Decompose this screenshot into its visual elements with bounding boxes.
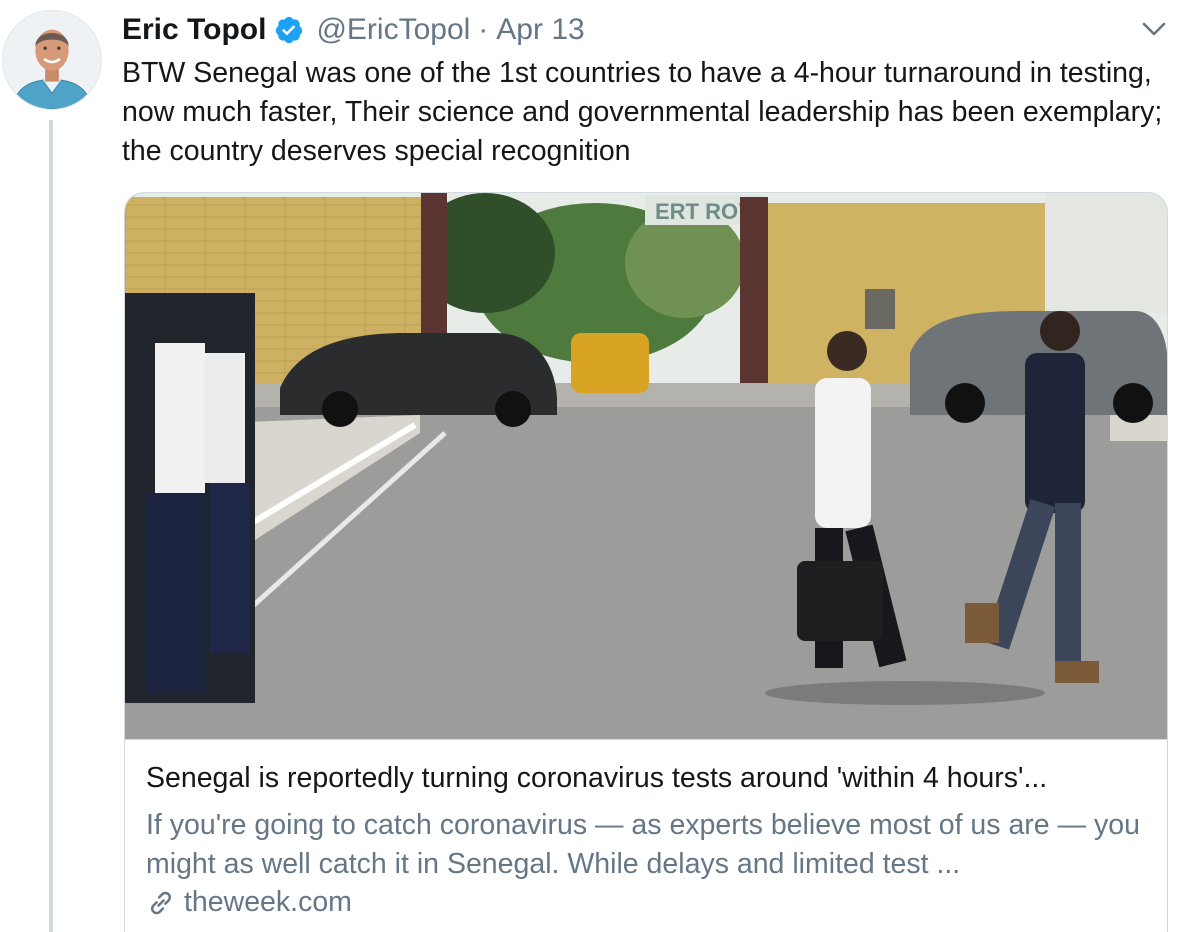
verified-badge-icon [276,16,303,44]
chevron-down-icon[interactable] [1138,16,1170,44]
link-icon [150,891,172,914]
card-description: If you're going to catch coronavirus — a… [146,809,1140,880]
separator-dot: · [478,13,489,46]
tweet-text: BTW Senegal was one of the 1st countries… [122,57,1163,167]
card-image: ERT ROY [125,193,1167,739]
card-domain: theweek.com [146,886,352,919]
card-title: Senegal is reportedly turning coronaviru… [146,762,1048,794]
card-domain-text[interactable]: theweek.com [184,886,352,919]
sign-text: ERT ROY [655,199,753,224]
tweet-date[interactable]: Apr 13 [496,13,584,47]
card-body: Senegal is reportedly turning coronaviru… [125,739,1167,918]
author-handle[interactable]: @EricTopol [316,13,470,47]
thread-line [49,120,53,932]
tweet-header: Eric Topol @EricTopol · Apr 13 [122,8,585,52]
tweet[interactable]: Eric Topol @EricTopol · Apr 13 BTW Seneg… [0,0,1200,932]
link-card[interactable]: ERT ROY Senegal is reportedly turning co… [124,192,1168,932]
author-name[interactable]: Eric Topol [122,13,266,47]
avatar[interactable] [2,10,102,110]
street-scene-photo: ERT ROY [125,193,1167,739]
profile-photo [3,11,101,109]
